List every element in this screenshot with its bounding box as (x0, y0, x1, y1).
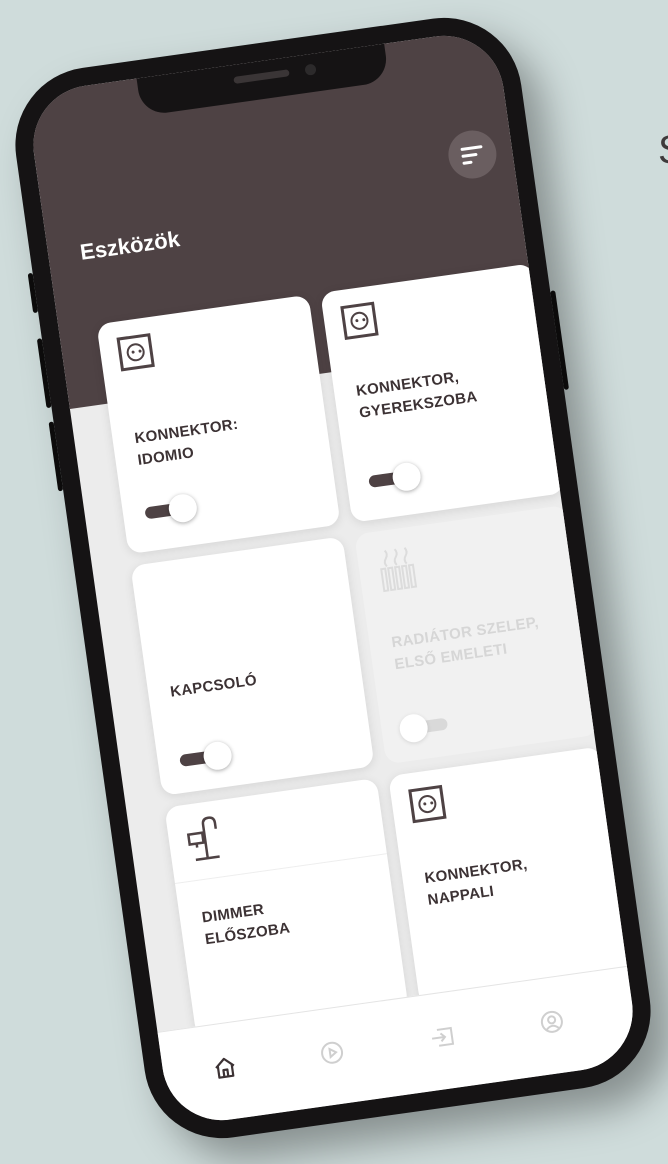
filter-icon-line (462, 160, 473, 165)
device-toggle[interactable] (143, 492, 199, 527)
toggle-knob (397, 712, 430, 745)
phone-mockup: Eszközök KONNEKTOR: IDOMIO KONNEKTOR, GY… (5, 7, 661, 1149)
device-label: KONNEKTOR: IDOMIO (133, 415, 240, 469)
socket-icon (340, 301, 379, 341)
home-icon (215, 1057, 235, 1079)
nav-profile[interactable] (529, 999, 574, 1044)
speaker-grille (233, 69, 290, 84)
socket-icon (116, 333, 155, 372)
volume-down-button (48, 421, 64, 492)
device-toggle[interactable] (367, 460, 423, 496)
device-card-konnektor-gyerekszoba[interactable]: KONNEKTOR, GYEREKSZOBA (320, 263, 565, 523)
toggle-knob (167, 492, 199, 525)
filter-icon-line (460, 145, 483, 152)
device-label: KONNEKTOR, NAPPALI (423, 855, 529, 909)
front-camera (304, 63, 317, 76)
device-card-dimmer-eloszoba[interactable]: DIMMER ELŐSZOBA (164, 777, 409, 1038)
device-toggle[interactable] (178, 739, 234, 775)
device-label: DIMMER ELŐSZOBA (200, 900, 292, 949)
device-card-radiator-szelep: RADIÁTOR SZELEP, ELSŐ EMELETI (354, 504, 599, 765)
app-screen: Eszközök KONNEKTOR: IDOMIO KONNEKTOR, GY… (25, 28, 641, 1128)
device-card-konnektor-idomio[interactable]: KONNEKTOR: IDOMIO (96, 294, 341, 555)
filter-icon-line (461, 152, 478, 158)
toggle-knob (390, 460, 423, 493)
socket-icon (408, 784, 447, 824)
device-card-kapcsolo[interactable]: KAPCSOLÓ (130, 536, 375, 796)
nav-play[interactable] (309, 1030, 354, 1075)
cropped-heading-letter: S (658, 128, 668, 173)
power-button (550, 290, 570, 391)
volume-up-button (36, 338, 52, 409)
mute-switch (27, 272, 39, 314)
device-label: KAPCSOLÓ (169, 671, 259, 701)
profile-icon (540, 1010, 563, 1033)
device-label: KONNEKTOR, GYEREKSZOBA (355, 368, 479, 422)
lamp-icon (184, 814, 224, 864)
device-card-konnektor-nappali[interactable]: KONNEKTOR, NAPPALI (388, 746, 633, 1006)
login-icon (431, 1026, 455, 1047)
nav-login[interactable] (420, 1015, 465, 1060)
device-label: RADIÁTOR SZELEP, ELSŐ EMELETI (390, 613, 540, 674)
device-toggle (397, 709, 457, 745)
nav-home[interactable] (203, 1045, 248, 1090)
play-circle-icon (321, 1041, 344, 1064)
toggle-knob (201, 739, 234, 772)
radiator-icon (376, 544, 422, 593)
